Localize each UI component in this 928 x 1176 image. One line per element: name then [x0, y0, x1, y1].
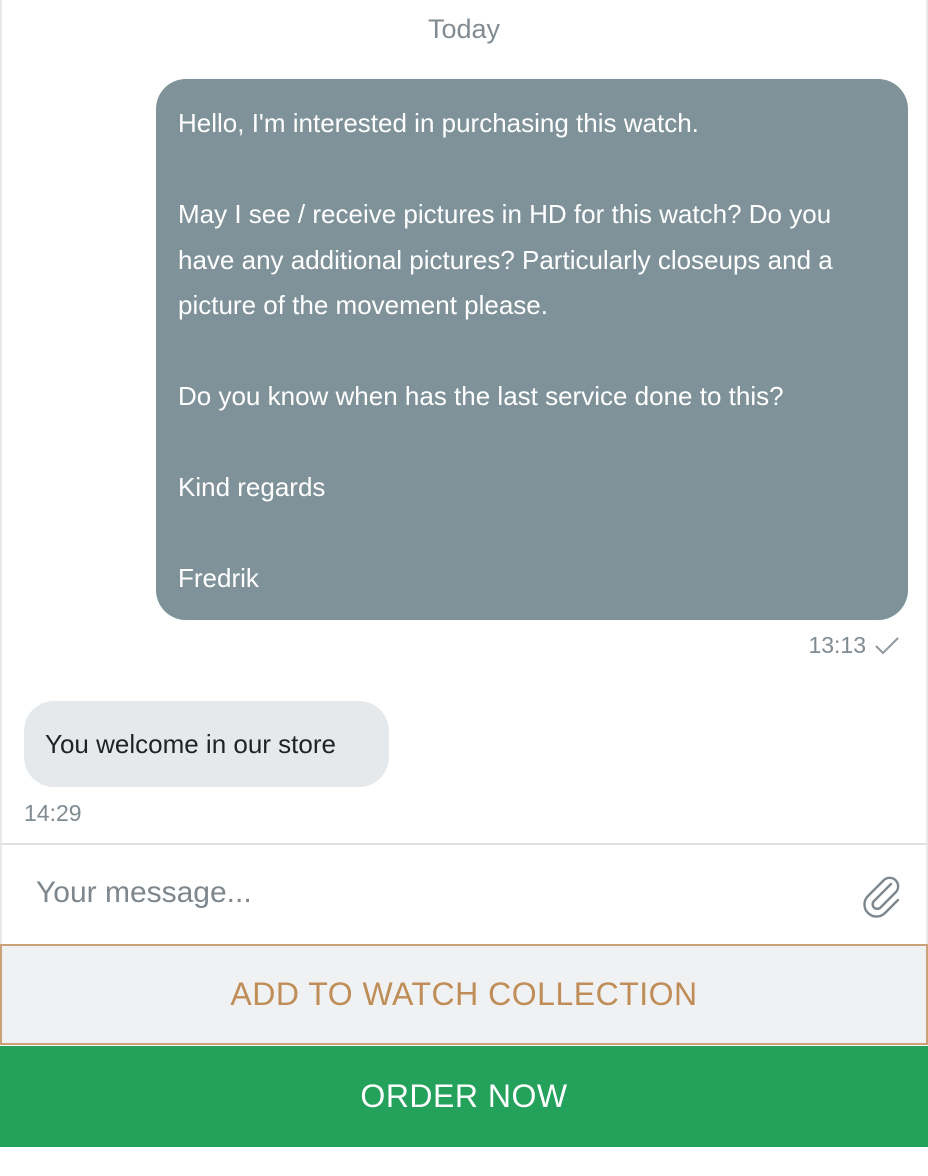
- outgoing-message-bubble: Hello, I'm interested in purchasing this…: [156, 79, 908, 620]
- message-paragraph: Fredrik: [178, 563, 259, 593]
- message-composer: [0, 843, 928, 944]
- add-to-watch-collection-button[interactable]: ADD TO WATCH COLLECTION: [0, 944, 928, 1045]
- outgoing-message-time: 13:13: [808, 632, 866, 658]
- check-icon: [875, 636, 899, 654]
- paperclip-icon[interactable]: [860, 871, 904, 919]
- message-input[interactable]: [36, 865, 836, 921]
- message-paragraph: Hello, I'm interested in purchasing this…: [178, 108, 699, 138]
- message-paragraph: Kind regards: [178, 472, 326, 502]
- message-paragraph: Do you know when has the last service do…: [178, 381, 784, 411]
- bottom-spacer: [0, 1147, 928, 1176]
- chat-thread[interactable]: Today Hello, I'm interested in purchasin…: [0, 0, 928, 843]
- outgoing-message-meta: 13:13: [808, 632, 900, 659]
- message-paragraph: May I see / receive pictures in HD for t…: [178, 199, 840, 320]
- date-divider: Today: [427, 14, 501, 44]
- order-now-button[interactable]: ORDER NOW: [0, 1046, 928, 1147]
- incoming-message-bubble: You welcome in our store: [24, 701, 389, 787]
- incoming-message-time: 14:29: [24, 800, 82, 826]
